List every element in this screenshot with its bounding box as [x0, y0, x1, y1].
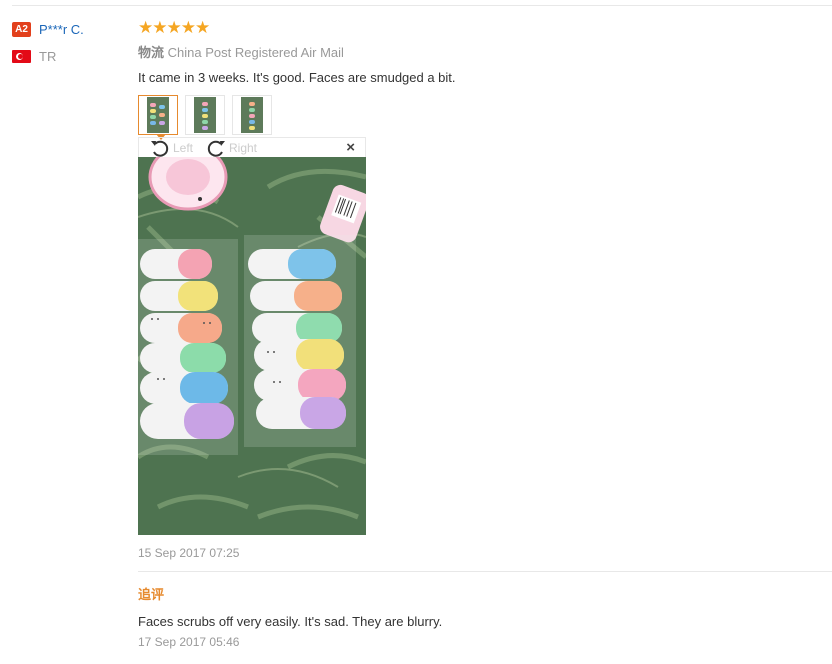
star-rating: ★ ★ ★ ★ ★ — [138, 18, 832, 38]
shipping-method: China Post Registered Air Mail — [167, 45, 344, 60]
rotate-left-button[interactable]: Left — [149, 138, 193, 158]
star-icon: ★ — [166, 18, 182, 37]
photo-viewer-toolbar: Left Right × — [138, 137, 366, 157]
photo-thumbnail[interactable] — [232, 95, 272, 135]
review-date: 15 Sep 2017 07:25 — [138, 546, 240, 560]
reviewer-info: A2 P***r C. TR — [12, 20, 84, 65]
rotate-left-label: Left — [173, 141, 194, 155]
photo-thumbnail[interactable] — [138, 95, 178, 140]
rotate-left-icon — [151, 140, 169, 157]
review-comment: It came in 3 weeks. It's good. Faces are… — [138, 70, 456, 85]
photo-viewer: Left Right × — [138, 137, 366, 535]
star-icon: ★ — [195, 18, 211, 37]
rotate-right-label: Right — [229, 141, 258, 155]
country-code: TR — [39, 48, 57, 64]
photo-thumbnails — [138, 95, 832, 140]
shipping-label: 物流 — [138, 45, 165, 60]
turkey-flag-icon — [12, 49, 31, 63]
star-icon: ★ — [180, 18, 196, 37]
shipping-info: 物流 China Post Registered Air Mail — [138, 42, 832, 61]
review-photo[interactable] — [138, 157, 366, 535]
reviewer-name[interactable]: P***r C. — [39, 22, 84, 37]
top-divider — [12, 5, 832, 6]
followup-comment: Faces scrubs off very easily. It's sad. … — [138, 614, 443, 629]
followup-date: 17 Sep 2017 05:46 — [138, 635, 240, 649]
buyer-level-badge: A2 — [12, 21, 31, 37]
followup-label: 追评 — [138, 587, 165, 602]
rotate-right-button[interactable]: Right — [205, 138, 257, 158]
rotate-right-icon — [207, 140, 225, 157]
star-icon: ★ — [152, 18, 168, 37]
close-viewer-button[interactable]: × — [346, 139, 355, 156]
review-content: ★ ★ ★ ★ ★ 物流 China Post Registered Air M… — [138, 18, 832, 649]
followup-divider — [138, 571, 832, 572]
photo-thumbnail[interactable] — [185, 95, 225, 135]
star-icon: ★ — [138, 18, 154, 37]
